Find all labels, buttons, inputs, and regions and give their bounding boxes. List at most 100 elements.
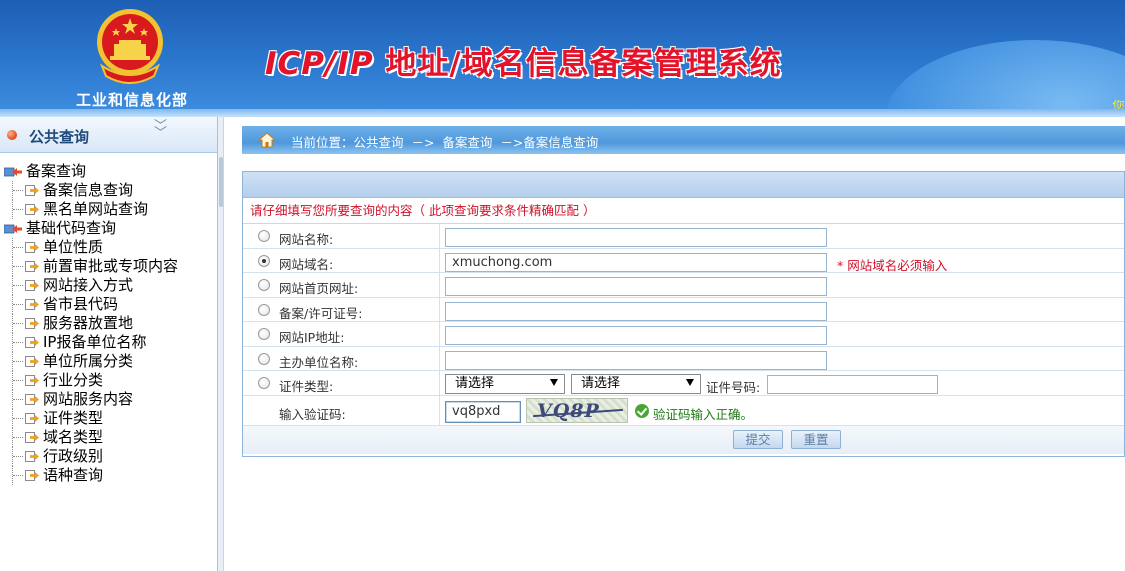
row-domain: 网站域名: xmuchong.com * 网站域名必须输入 (243, 248, 1124, 273)
sidebar-splitter[interactable] (218, 117, 224, 571)
tree-connector (12, 352, 24, 371)
radio-sponsor[interactable] (258, 352, 270, 365)
license-input[interactable] (445, 301, 827, 321)
nav-item-label: 单位性质 (43, 238, 104, 256)
nav-item[interactable]: 行政级别 (4, 447, 178, 466)
document-arrow-icon (24, 317, 39, 330)
tree-connector (12, 314, 24, 333)
tree-connector (12, 428, 24, 447)
nav-item[interactable]: IP报备单位名称 (4, 333, 178, 352)
domain-required-hint: * 网站域名必须输入 (837, 257, 948, 273)
label-cert-type: 证件类型: (279, 379, 334, 394)
tree-connector (12, 333, 24, 352)
nav-group-label: 基础代码查询 (26, 219, 117, 237)
row-site-name: 网站名称: (243, 224, 1124, 249)
nav-item[interactable]: 前置审批或专项内容 (4, 257, 178, 276)
radio-license[interactable] (258, 303, 270, 316)
cert-type-select[interactable]: 请选择 (445, 374, 565, 394)
tree-connector (12, 409, 24, 428)
tree-connector (12, 371, 24, 390)
cert-number-input[interactable] (767, 375, 938, 394)
header-ribbon (0, 109, 1125, 117)
nav-item-label: 域名类型 (43, 428, 104, 446)
nav-item-label: 证件类型 (43, 409, 104, 427)
nav-group[interactable]: 备案查询 (4, 162, 178, 181)
document-arrow-icon (24, 279, 39, 292)
tree-connector (12, 466, 24, 485)
nav-item[interactable]: 证件类型 (4, 409, 178, 428)
row-sponsor: 主办单位名称: (243, 346, 1124, 371)
domain-input[interactable]: xmuchong.com (445, 252, 827, 272)
sidebar-heading-label: 公共查询 (29, 128, 90, 146)
tree-connector (12, 447, 24, 466)
splitter-grip-icon[interactable] (219, 157, 223, 207)
radio-site-name[interactable] (258, 230, 270, 242)
label-ip: 网站IP地址: (279, 330, 345, 345)
nav-group[interactable]: 基础代码查询 (4, 219, 178, 238)
nav-item-label: 黑名单网站查询 (43, 200, 149, 218)
panel-header (243, 172, 1124, 198)
nav-item-label: 网站接入方式 (43, 276, 134, 294)
check-icon (635, 403, 649, 418)
nav-item[interactable]: 网站接入方式 (4, 276, 178, 295)
radio-domain[interactable] (258, 254, 270, 267)
captcha-image[interactable]: VQ8P XD (526, 397, 628, 423)
nav-item[interactable]: 行业分类 (4, 371, 178, 390)
query-notice: 请仔细填写您所要查询的内容（ 此项查询要求条件精确匹配 ） (243, 198, 1124, 224)
nav-item[interactable]: 域名类型 (4, 428, 178, 447)
document-arrow-icon (24, 184, 39, 197)
document-arrow-icon (24, 469, 39, 482)
national-emblem-icon (97, 9, 163, 84)
sidebar: 公共查询 ﹀ ﹀ 备案查询 备案信息查询 黑名单网站查询 基础代码查询 单位性质 前置审批或… (0, 117, 218, 571)
nav-item[interactable]: 省市县代码 (4, 295, 178, 314)
bullet-icon (7, 130, 17, 140)
document-arrow-icon (24, 355, 39, 368)
ip-input[interactable] (445, 326, 827, 345)
nav-item[interactable]: 服务器放置地 (4, 314, 178, 333)
row-homepage: 网站首页网址: (243, 273, 1124, 298)
site-name-input[interactable] (445, 228, 827, 247)
page-header: 工业和信息化部 ICP/IP 地址/域名信息备案管理系统 您 (0, 0, 1125, 117)
breadcrumb: 当前位置：公共查询 －> 备案查询 －>备案信息查询 (242, 126, 1125, 154)
submit-button[interactable]: 提交 (733, 429, 783, 449)
cert-type-select-value: 请选择 (455, 376, 495, 391)
document-arrow-icon (24, 450, 39, 463)
document-arrow-icon (24, 412, 39, 425)
radio-ip[interactable] (258, 328, 270, 340)
captcha-input[interactable]: vq8pxd (445, 400, 521, 423)
sidebar-heading[interactable]: 公共查询 ﹀ ﹀ (0, 117, 217, 153)
label-cert-number: 证件号码: (706, 380, 761, 395)
label-captcha: 输入验证码: (279, 406, 346, 422)
dropdown-arrow-icon (686, 379, 694, 386)
row-ip: 网站IP地址: (243, 322, 1124, 347)
ministry-name: 工业和信息化部 (75, 91, 188, 109)
nav-item[interactable]: 单位性质 (4, 238, 178, 257)
row-captcha: 输入验证码: vq8pxd VQ8P XD 验证码输入正确。 (243, 395, 1124, 426)
system-title-latin: ICP/IP (265, 46, 374, 82)
tree-connector (12, 257, 24, 276)
nav-item-label: 网站服务内容 (43, 390, 134, 408)
nav-item[interactable]: 备案信息查询 (4, 181, 178, 200)
document-arrow-icon (24, 431, 39, 444)
radio-cert-type[interactable] (258, 377, 270, 389)
tree-connector (12, 295, 24, 314)
nav-item-label: 备案信息查询 (43, 181, 134, 199)
nav-item[interactable]: 语种查询 (4, 466, 178, 485)
collapse-chevron-icon[interactable]: ﹀ ﹀ (154, 120, 167, 140)
reset-button[interactable]: 重置 (791, 429, 841, 449)
home-icon (258, 132, 276, 148)
cert-subtype-select[interactable]: 请选择 (571, 374, 701, 394)
nav-item[interactable]: 网站服务内容 (4, 390, 178, 409)
cert-subtype-select-value: 请选择 (581, 376, 621, 391)
homepage-input[interactable] (445, 277, 827, 296)
header-decoration (885, 40, 1125, 117)
document-arrow-icon (24, 298, 39, 311)
tree-connector (12, 200, 24, 219)
nav-item[interactable]: 黑名单网站查询 (4, 200, 178, 219)
radio-homepage[interactable] (258, 279, 270, 291)
nav-item[interactable]: 单位所属分类 (4, 352, 178, 371)
document-arrow-icon (24, 260, 39, 273)
row-cert-type: 证件类型: 请选择 请选择 证件号码: (243, 371, 1124, 396)
query-panel: 请仔细填写您所要查询的内容（ 此项查询要求条件精确匹配 ） 网站名称: 网站域名… (242, 171, 1125, 457)
sponsor-input[interactable] (445, 350, 827, 370)
